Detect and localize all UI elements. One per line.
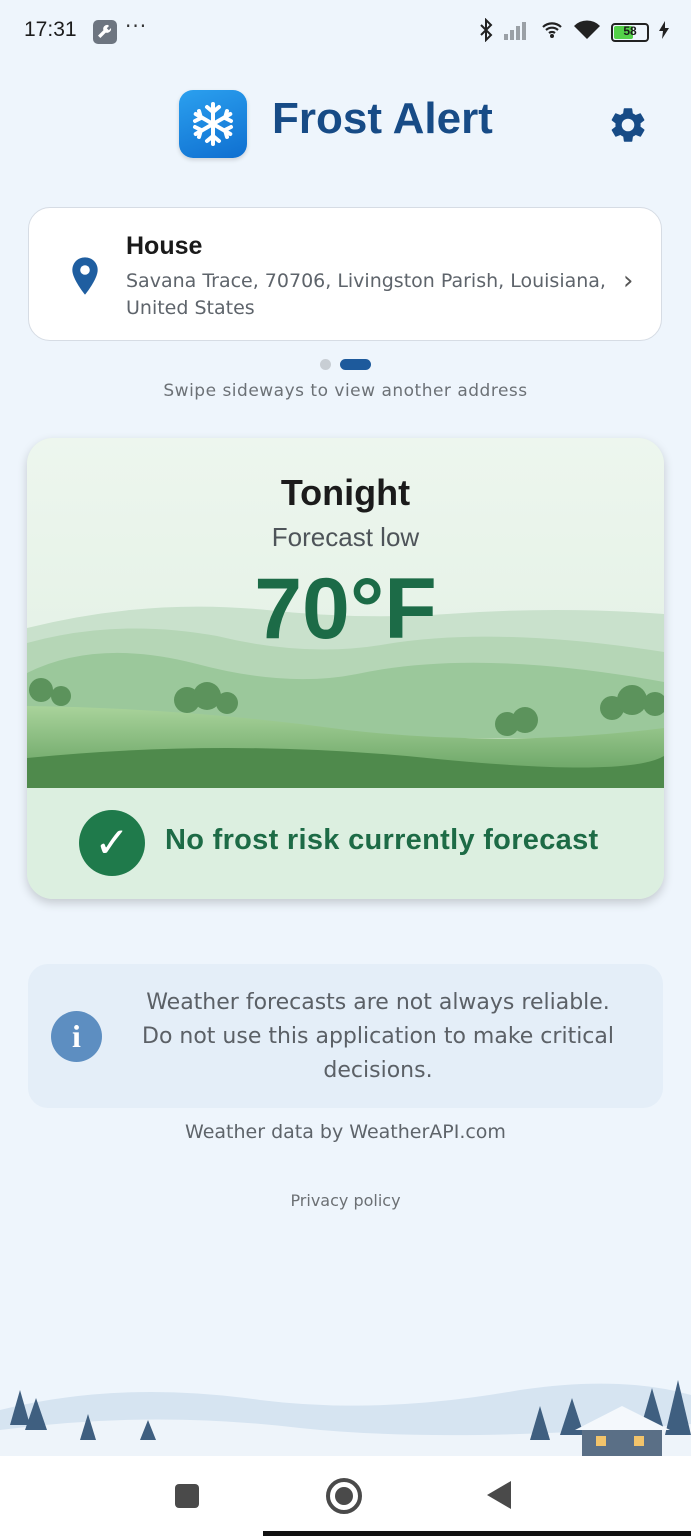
chevron-right-icon: › xyxy=(623,266,634,296)
address-name: House xyxy=(126,232,203,260)
weather-attribution: Weather data by WeatherAPI.com xyxy=(185,1121,506,1143)
back-button[interactable] xyxy=(487,1481,511,1509)
frost-risk-text: No frost risk currently forecast xyxy=(165,824,599,856)
signal-icon xyxy=(503,20,531,44)
hotspot-icon xyxy=(541,19,563,45)
address-line: Savana Trace, 70706, Livingston Parish, … xyxy=(126,270,606,319)
forecast-temperature: 70°F xyxy=(254,561,437,657)
home-button[interactable] xyxy=(326,1478,362,1514)
home-dot-icon xyxy=(335,1487,353,1505)
wifi-icon xyxy=(573,19,601,45)
info-icon: i xyxy=(51,1011,102,1062)
overflow-dots: ··· xyxy=(125,14,148,38)
bluetooth-icon xyxy=(479,17,493,46)
page-dot-active xyxy=(340,359,371,370)
privacy-policy-link[interactable]: Privacy policy xyxy=(0,1191,691,1210)
winter-scene-illustration xyxy=(0,1380,691,1456)
checkmark-icon: ✓ xyxy=(79,810,145,876)
location-pin-icon xyxy=(69,256,101,296)
settings-button[interactable] xyxy=(607,104,649,146)
wrench-icon xyxy=(93,20,117,44)
address-card[interactable]: House Savana Trace, 70706, Livingston Pa… xyxy=(28,207,662,341)
page-dot xyxy=(320,359,331,370)
battery-icon: 58 xyxy=(611,22,649,42)
disclaimer-text: Weather forecasts are not always reliabl… xyxy=(142,990,614,1083)
forecast-subtitle: Forecast low xyxy=(271,522,420,552)
battery-level: 58 xyxy=(623,23,637,38)
charging-icon xyxy=(659,21,669,43)
system-nav-bar xyxy=(0,1456,691,1536)
app-header: Frost Alert xyxy=(0,88,691,160)
page-indicator xyxy=(320,359,371,370)
recent-apps-button[interactable] xyxy=(175,1484,199,1508)
status-time: 17:31 xyxy=(24,18,77,41)
snowflake-icon xyxy=(179,90,247,158)
status-bar: 17:31 ··· 58 xyxy=(0,0,691,64)
swipe-hint: Swipe sideways to view another address xyxy=(163,381,528,401)
disclaimer-box: i Weather forecasts are not always relia… xyxy=(28,964,663,1108)
gesture-indicator xyxy=(263,1531,691,1536)
forecast-title: Tonight xyxy=(280,472,411,513)
status-icons: 58 xyxy=(479,17,669,46)
gear-icon xyxy=(611,108,645,142)
forecast-card: Tonight Forecast low 70°F ✓ No frost ris… xyxy=(27,438,664,899)
app-title: Frost Alert xyxy=(272,94,493,143)
frost-risk-status: ✓ No frost risk currently forecast xyxy=(27,788,664,899)
